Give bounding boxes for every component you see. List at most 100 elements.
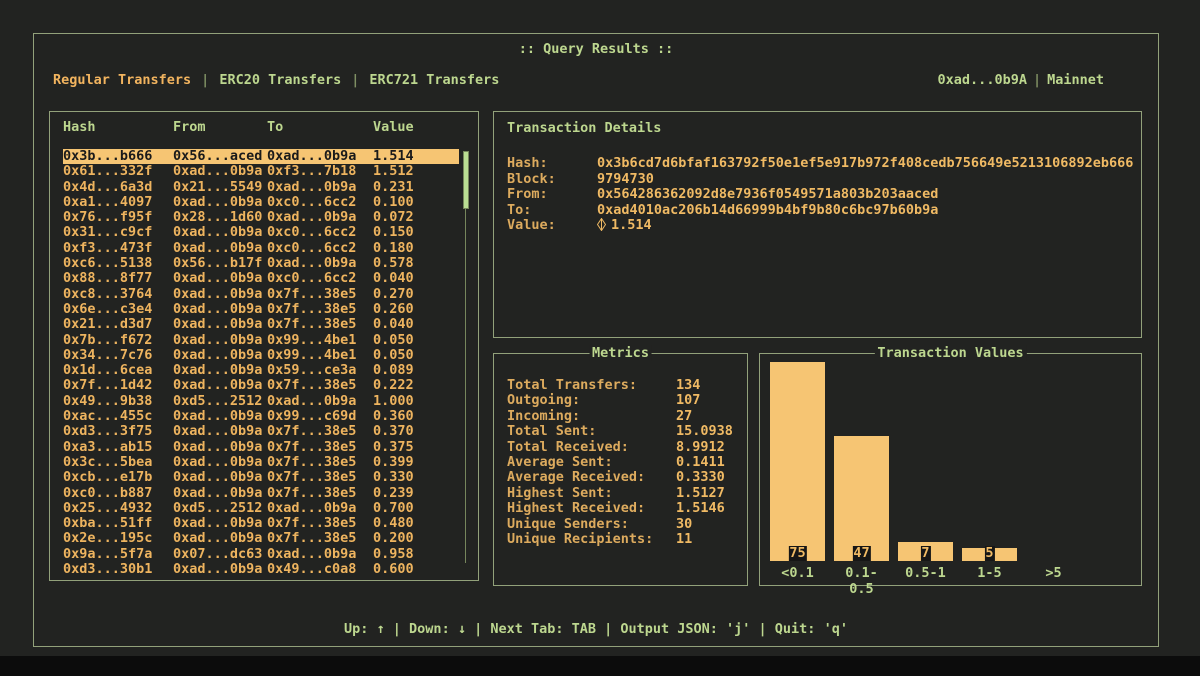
cell-value: 0.239 [373, 486, 459, 501]
table-row[interactable]: 0xd3...30b10xad...0b9a0x49...c0a80.600 [63, 562, 459, 577]
table-row[interactable]: 0x21...d3d70xad...0b9a0x7f...38e50.040 [63, 317, 459, 332]
table-row[interactable]: 0x4d...6a3d0x21...55490xad...0b9a0.231 [63, 180, 459, 195]
table-row[interactable]: 0x31...c9cf0xad...0b9a0xc0...6cc20.150 [63, 225, 459, 240]
detail-value: 0x3b6cd7d6bfaf163792f50e1ef5e917b972f408… [597, 155, 1133, 171]
bottom-row: Metrics Total Transfers:134Outgoing:107I… [493, 353, 1142, 586]
cell-value: 0.375 [373, 440, 459, 455]
cell-from: 0xad...0b9a [173, 363, 267, 378]
table-row[interactable]: 0xa1...40970xad...0b9a0xc0...6cc20.100 [63, 195, 459, 210]
cell-value: 0.222 [373, 378, 459, 393]
table-row[interactable]: 0x61...332f0xad...0b9a0xf3...7b181.512 [63, 164, 459, 179]
cell-hash: 0x61...332f [63, 164, 173, 179]
cell-value: 0.700 [373, 501, 459, 516]
cell-from: 0x21...5549 [173, 180, 267, 195]
account-info: 0xad...0b9A|Mainnet [938, 72, 1104, 88]
chart-bar: 5 [962, 548, 1017, 561]
cell-to: 0x99...4be1 [267, 333, 373, 348]
cell-from: 0xad...0b9a [173, 241, 267, 256]
cell-from: 0xad...0b9a [173, 455, 267, 470]
cell-from: 0xad...0b9a [173, 333, 267, 348]
metric-label: Total Sent: [507, 424, 676, 439]
table-row[interactable]: 0x34...7c760xad...0b9a0x99...4be10.050 [63, 348, 459, 363]
tab-regular-transfers[interactable]: Regular Transfers [53, 72, 191, 88]
cell-value: 0.040 [373, 317, 459, 332]
table-row[interactable]: 0x49...9b380xd5...25120xad...0b9a1.000 [63, 394, 459, 409]
cell-to: 0xad...0b9a [267, 149, 373, 164]
table-row[interactable]: 0x7b...f6720xad...0b9a0x99...4be10.050 [63, 333, 459, 348]
table-row[interactable]: 0x6e...c3e40xad...0b9a0x7f...38e50.260 [63, 302, 459, 317]
table-row[interactable]: 0x9a...5f7a0x07...dc630xad...0b9a0.958 [63, 547, 459, 562]
table-scrollbar[interactable] [463, 151, 469, 563]
table-row[interactable]: 0xba...51ff0xad...0b9a0x7f...38e50.480 [63, 516, 459, 531]
cell-to: 0x99...c69d [267, 409, 373, 424]
cell-from: 0xad...0b9a [173, 486, 267, 501]
table-row[interactable]: 0x88...8f770xad...0b9a0xc0...6cc20.040 [63, 271, 459, 286]
cell-to: 0xf3...7b18 [267, 164, 373, 179]
chart-bar: 75 [770, 362, 825, 561]
cell-to: 0xad...0b9a [267, 180, 373, 195]
metric-value: 107 [676, 392, 700, 408]
cell-from: 0xad...0b9a [173, 470, 267, 485]
table-row[interactable]: 0x76...f95f0x28...1d600xad...0b9a0.072 [63, 210, 459, 225]
table-row[interactable]: 0x7f...1d420xad...0b9a0x7f...38e50.222 [63, 378, 459, 393]
cell-hash: 0x25...4932 [63, 501, 173, 516]
cell-to: 0xc0...6cc2 [267, 241, 373, 256]
cell-to: 0xad...0b9a [267, 501, 373, 516]
cell-value: 0.370 [373, 424, 459, 439]
cell-value: 0.040 [373, 271, 459, 286]
cell-hash: 0x7b...f672 [63, 333, 173, 348]
table-row[interactable]: 0xc8...37640xad...0b9a0x7f...38e50.270 [63, 287, 459, 302]
metric-row: Average Sent:0.1411 [507, 455, 747, 470]
table-row[interactable]: 0x2e...195c0xad...0b9a0x7f...38e50.200 [63, 531, 459, 546]
chart-bar: 7 [898, 542, 953, 561]
detail-label: Hash: [507, 156, 597, 172]
cell-hash: 0xd3...3f75 [63, 424, 173, 439]
table-row[interactable]: 0xf3...473f0xad...0b9a0xc0...6cc20.180 [63, 241, 459, 256]
metric-value: 15.0938 [676, 423, 733, 439]
scrollbar-thumb[interactable] [463, 151, 469, 209]
tab-separator: | [201, 72, 209, 88]
cell-value: 0.578 [373, 256, 459, 271]
tab-erc20-transfers[interactable]: ERC20 Transfers [219, 72, 341, 88]
cell-value: 0.100 [373, 195, 459, 210]
chart-bar-slot: 7 [898, 362, 953, 561]
detail-field: Block:9794730 [507, 172, 1141, 188]
table-row[interactable]: 0x3b...b6660x56...aced0xad...0b9a1.514 [63, 149, 459, 164]
detail-value: 9794730 [597, 171, 654, 187]
cell-from: 0xd5...2512 [173, 394, 267, 409]
cell-to: 0xc0...6cc2 [267, 225, 373, 240]
cell-from: 0xad...0b9a [173, 440, 267, 455]
cell-to: 0x7f...38e5 [267, 317, 373, 332]
cell-value: 0.270 [373, 287, 459, 302]
table-row[interactable]: 0xc0...b8870xad...0b9a0x7f...38e50.239 [63, 486, 459, 501]
metric-value: 1.5127 [676, 485, 725, 501]
cell-value: 1.512 [373, 164, 459, 179]
tab-bar: Regular Transfers|ERC20 Transfers|ERC721… [53, 72, 499, 88]
table-row[interactable]: 0xc6...51380x56...b17f0xad...0b9a0.578 [63, 256, 459, 271]
cell-to: 0x7f...38e5 [267, 455, 373, 470]
tab-erc721-transfers[interactable]: ERC721 Transfers [369, 72, 499, 88]
table-row[interactable]: 0xac...455c0xad...0b9a0x99...c69d0.360 [63, 409, 459, 424]
cell-hash: 0xa1...4097 [63, 195, 173, 210]
metric-value: 134 [676, 377, 700, 393]
cell-from: 0xad...0b9a [173, 225, 267, 240]
metrics-list: Total Transfers:134Outgoing:107Incoming:… [507, 378, 747, 547]
metric-value: 11 [676, 531, 692, 547]
table-row[interactable]: 0xa3...ab150xad...0b9a0x7f...38e50.375 [63, 440, 459, 455]
cell-from: 0xad...0b9a [173, 317, 267, 332]
metric-label: Outgoing: [507, 393, 676, 408]
cell-hash: 0x2e...195c [63, 531, 173, 546]
table-row[interactable]: 0x1d...6cea0xad...0b9a0x59...ce3a0.089 [63, 363, 459, 378]
cell-to: 0x7f...38e5 [267, 531, 373, 546]
cell-hash: 0x6e...c3e4 [63, 302, 173, 317]
table-row[interactable]: 0xd3...3f750xad...0b9a0x7f...38e50.370 [63, 424, 459, 439]
table-row[interactable]: 0x25...49320xd5...25120xad...0b9a0.700 [63, 501, 459, 516]
table-row[interactable]: 0xcb...e17b0xad...0b9a0x7f...38e50.330 [63, 470, 459, 485]
table-row[interactable]: 0x3c...5bea0xad...0b9a0x7f...38e50.399 [63, 455, 459, 470]
account-separator: | [1033, 72, 1041, 88]
metric-label: Highest Sent: [507, 486, 676, 501]
chart-x-label: >5 [1026, 565, 1081, 597]
cell-value: 0.360 [373, 409, 459, 424]
metric-label: Unique Senders: [507, 517, 676, 532]
detail-field: From:0x564286362092d8e7936f0549571a803b2… [507, 187, 1141, 203]
